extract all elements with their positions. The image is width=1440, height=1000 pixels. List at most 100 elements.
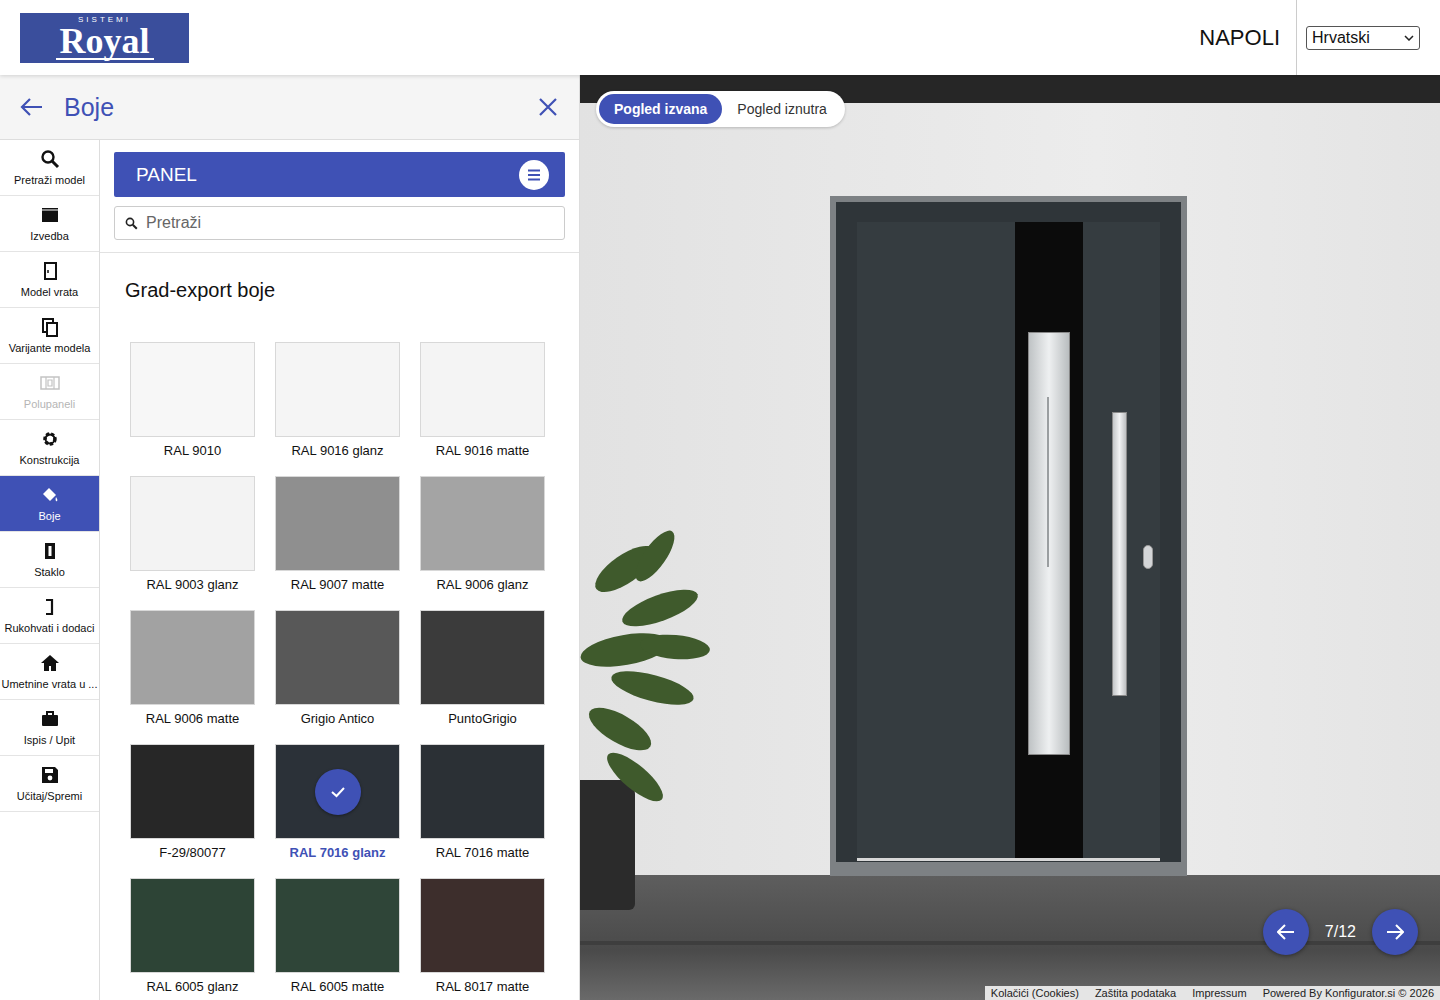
- swatch-label: RAL 6005 glanz: [146, 979, 238, 995]
- menu-button[interactable]: [519, 160, 549, 190]
- group-title: Grad-export boje: [100, 253, 579, 302]
- swatch-label: RAL 9016 matte: [436, 443, 529, 459]
- color-chip[interactable]: [420, 878, 545, 973]
- handle-icon: [40, 597, 60, 617]
- side-handle: [1112, 412, 1127, 696]
- sidebar-label: Rukohvati i dodaci: [5, 622, 95, 634]
- sidebar-label: Pretraži model: [14, 174, 85, 186]
- color-swatch[interactable]: RAL 6005 glanz: [130, 878, 255, 995]
- color-swatch[interactable]: RAL 7016 matte: [420, 744, 545, 861]
- color-chip[interactable]: [130, 610, 255, 705]
- threshold: [857, 858, 1160, 861]
- sidebar-item[interactable]: Boje: [0, 476, 99, 532]
- sidebar-item[interactable]: Pretraži model: [0, 140, 99, 196]
- swatch-label: RAL 9006 glanz: [436, 577, 528, 593]
- sidebar-label: Model vrata: [21, 286, 78, 298]
- color-chip[interactable]: [275, 342, 400, 437]
- sidebar-item[interactable]: Varijante modela: [0, 308, 99, 364]
- sidebar-item[interactable]: Staklo: [0, 532, 99, 588]
- sidebar-item[interactable]: Učitaj/Spremi: [0, 756, 99, 812]
- color-chip[interactable]: [420, 476, 545, 571]
- copy-icon: [40, 317, 60, 337]
- footer-link[interactable]: Impressum: [1192, 987, 1246, 999]
- next-button[interactable]: [1372, 909, 1418, 955]
- color-swatch[interactable]: RAL 9016 glanz: [275, 342, 400, 459]
- step-edge: [580, 941, 1440, 945]
- search-input[interactable]: [146, 214, 554, 232]
- color-swatch[interactable]: Grigio Antico: [275, 610, 400, 727]
- sidebar-item: Polupaneli: [0, 364, 99, 420]
- sidebar: Pretraži model Izvedba Model vrata Varijant…: [0, 140, 100, 1000]
- back-button[interactable]: [20, 97, 44, 117]
- color-chip[interactable]: [275, 744, 400, 839]
- arrow-left-icon: [20, 97, 44, 117]
- swatch-label: RAL 7016 matte: [436, 845, 529, 861]
- plant-pot: [580, 780, 635, 910]
- sidebar-label: Boje: [38, 510, 60, 522]
- sidebar-item[interactable]: Ispis / Upit: [0, 700, 99, 756]
- footer-link[interactable]: Kolačići (Cookies): [991, 987, 1079, 999]
- color-chip[interactable]: [420, 744, 545, 839]
- sidebar-label: Izvedba: [30, 230, 69, 242]
- swatch-label: Grigio Antico: [301, 711, 375, 727]
- color-swatch[interactable]: RAL 6005 matte: [275, 878, 400, 995]
- search-field[interactable]: [114, 206, 565, 240]
- color-chip[interactable]: [420, 342, 545, 437]
- color-swatch[interactable]: RAL 9006 glanz: [420, 476, 545, 593]
- section-bar[interactable]: PANEL: [114, 152, 565, 197]
- sidebar-label: Konstrukcija: [20, 454, 80, 466]
- sidebar-item[interactable]: Konstrukcija: [0, 420, 99, 476]
- sidebar-label: Umetnine vrata u ...: [2, 678, 98, 690]
- view-toggle: Pogled izvanaPogled iznutra: [596, 91, 845, 127]
- color-swatch[interactable]: RAL 9003 glanz: [130, 476, 255, 593]
- gear-icon: [40, 429, 60, 449]
- color-chip[interactable]: [130, 342, 255, 437]
- color-chip[interactable]: [130, 878, 255, 973]
- swatch-label: RAL 9003 glanz: [146, 577, 238, 593]
- color-chip[interactable]: [275, 476, 400, 571]
- logo[interactable]: SISTEMIRoyal: [20, 13, 189, 63]
- panels-icon: [40, 373, 60, 393]
- model-name: NAPOLI: [1199, 0, 1296, 75]
- prev-button[interactable]: [1263, 909, 1309, 955]
- view-tab[interactable]: Pogled izvana: [599, 94, 722, 124]
- close-button[interactable]: [539, 98, 557, 116]
- search-icon: [40, 149, 60, 169]
- long-handle: [1028, 332, 1070, 755]
- color-swatch[interactable]: PuntoGrigio: [420, 610, 545, 727]
- sidebar-item[interactable]: Umetnine vrata u ...: [0, 644, 99, 700]
- color-swatch[interactable]: RAL 9016 matte: [420, 342, 545, 459]
- color-swatch[interactable]: RAL 9010: [130, 342, 255, 459]
- color-chip[interactable]: [275, 878, 400, 973]
- language-value: Hrvatski: [1312, 29, 1370, 47]
- sidebar-item[interactable]: Model vrata: [0, 252, 99, 308]
- swatch-label: RAL 9006 matte: [146, 711, 239, 727]
- sidebar-item[interactable]: Izvedba: [0, 196, 99, 252]
- footer-links: Kolačići (Cookies) Zaštita podataka Impres…: [985, 986, 1440, 1000]
- sidebar-label: Učitaj/Spremi: [17, 790, 82, 802]
- color-swatch[interactable]: RAL 7016 glanz: [275, 744, 400, 861]
- color-chip[interactable]: [275, 610, 400, 705]
- swatch-label: RAL 7016 glanz: [290, 845, 386, 861]
- search-icon: [125, 217, 138, 230]
- color-chip[interactable]: [130, 476, 255, 571]
- swatch-grid: RAL 9010RAL 9016 glanz RAL 9016 matte RAL …: [100, 302, 579, 995]
- color-swatch[interactable]: F-29/80077: [130, 744, 255, 861]
- sidebar-label: Staklo: [34, 566, 65, 578]
- color-chip[interactable]: [420, 610, 545, 705]
- footer-link[interactable]: Powered By Konfigurator.si © 2026: [1263, 987, 1434, 999]
- pager: 7/12: [1263, 909, 1418, 955]
- sidebar-label: Varijante modela: [9, 342, 91, 354]
- arrow-right-icon: [1386, 924, 1404, 940]
- color-swatch[interactable]: RAL 8017 matte: [420, 878, 545, 995]
- language-select[interactable]: Hrvatski: [1306, 26, 1420, 50]
- footer-link[interactable]: Zaštita podataka: [1095, 987, 1176, 999]
- color-swatch[interactable]: RAL 9007 matte: [275, 476, 400, 593]
- sidebar-item[interactable]: Rukohvati i dodaci: [0, 588, 99, 644]
- lock: [1143, 545, 1153, 569]
- color-swatch[interactable]: RAL 9006 matte: [130, 610, 255, 727]
- selected-check: [315, 769, 361, 815]
- view-tab[interactable]: Pogled iznutra: [722, 94, 842, 124]
- panel-topbar: Boje: [0, 75, 579, 140]
- color-chip[interactable]: [130, 744, 255, 839]
